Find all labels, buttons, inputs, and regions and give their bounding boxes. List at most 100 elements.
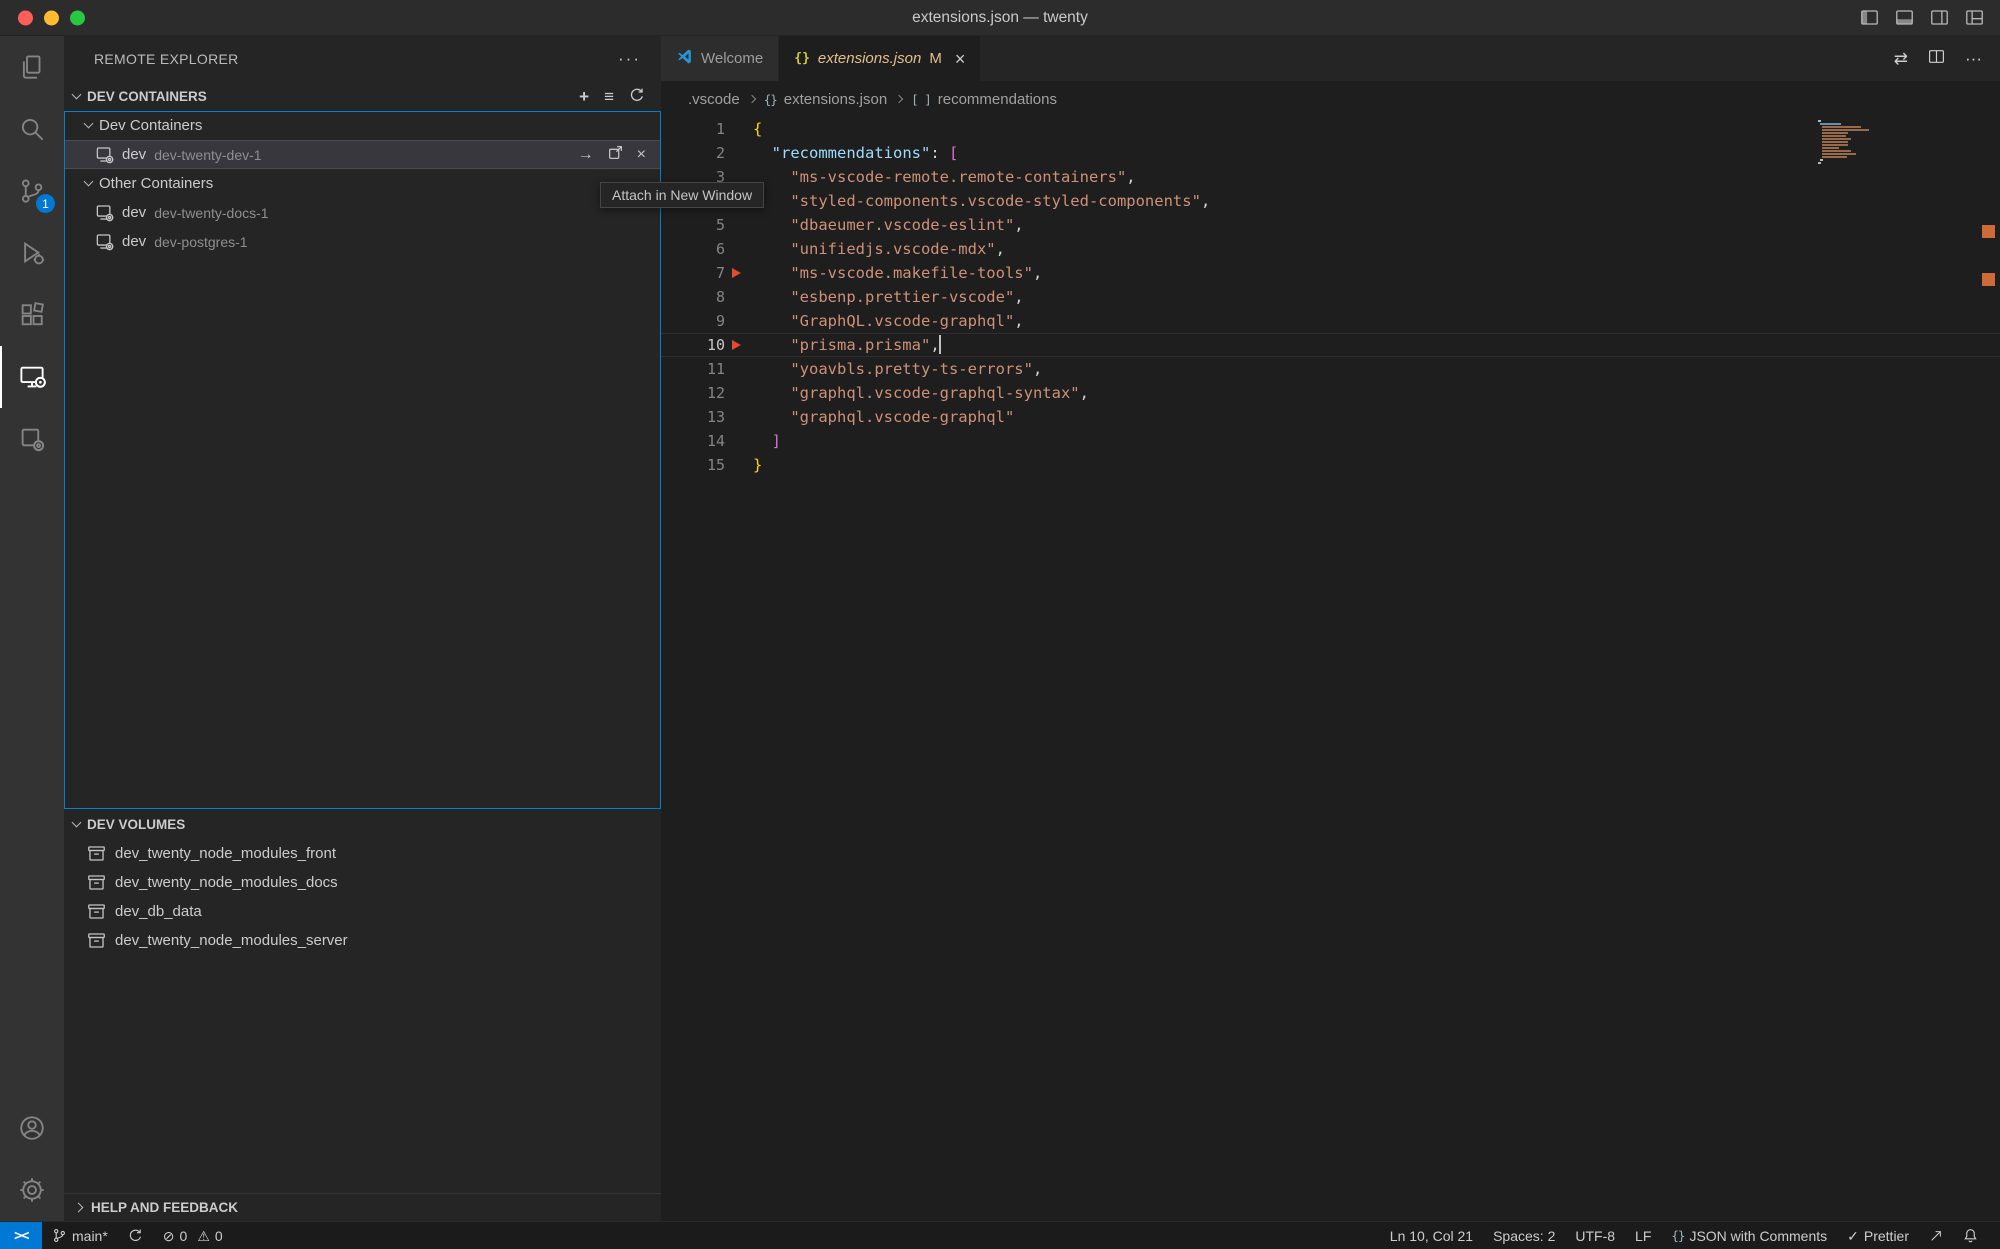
formatter-status[interactable]: ✓ Prettier xyxy=(1837,1222,1919,1249)
attach-container-button[interactable]: → xyxy=(578,147,594,163)
json-symbol-icon: {} xyxy=(764,92,777,107)
line-number: 6 xyxy=(661,237,725,261)
tree-group-dev-containers[interactable]: Dev Containers xyxy=(64,111,661,140)
code-line-1[interactable]: 1{ xyxy=(661,117,2000,141)
code-editor[interactable]: 1{2 "recommendations": [3 "ms-vscode-rem… xyxy=(661,117,2000,1221)
remote-explorer-icon[interactable] xyxy=(0,346,64,408)
search-icon[interactable] xyxy=(0,98,64,160)
split-editor-icon[interactable] xyxy=(1928,48,1945,70)
problems-indicator[interactable]: ⊘ 0 ⚠ 0 xyxy=(153,1222,233,1249)
line-number: 10 xyxy=(661,333,725,357)
sidebar-title: REMOTE EXPLORER xyxy=(94,51,239,67)
accounts-icon[interactable] xyxy=(0,1097,64,1159)
editor-more-actions-icon[interactable]: ··· xyxy=(1965,50,1982,67)
breadcrumb-symbol[interactable]: [ ]recommendations xyxy=(911,91,1057,108)
eol-status[interactable]: LF xyxy=(1625,1222,1661,1249)
check-icon: ✓ xyxy=(1847,1229,1859,1243)
encoding-status[interactable]: UTF-8 xyxy=(1565,1222,1625,1249)
breadcrumb: .vscode {}extensions.json [ ]recommendat… xyxy=(661,81,2000,117)
dev-containers-tree[interactable]: Dev Containersdevdev-twenty-dev-1→×Other… xyxy=(64,111,661,809)
code-line-14[interactable]: 14 ] xyxy=(661,429,2000,453)
language-mode-status[interactable]: {} JSON with Comments xyxy=(1661,1222,1837,1249)
toggle-secondary-sidebar-icon[interactable] xyxy=(1930,8,1949,27)
new-container-button[interactable]: + xyxy=(579,88,589,105)
chevron-right-icon xyxy=(74,1203,84,1213)
minimap[interactable] xyxy=(1818,120,1890,165)
volume-item-dev_twenty_node_modules_front[interactable]: dev_twenty_node_modules_front xyxy=(64,839,661,868)
attach-new-window-button[interactable] xyxy=(607,144,624,166)
dev-volumes-list: dev_twenty_node_modules_frontdev_twenty_… xyxy=(64,839,661,955)
status-bar: >< main* ⊘ 0 ⚠ 0 Ln 10, Col 21 Spaces: 2… xyxy=(0,1221,2000,1249)
vscode-window: extensions.json — twenty 1 xyxy=(0,0,2000,1249)
attach-tooltip: Attach in New Window xyxy=(600,182,764,208)
container-item-dev-twenty-dev-1[interactable]: devdev-twenty-dev-1→× xyxy=(64,140,661,169)
sync-changes-button[interactable] xyxy=(118,1222,153,1249)
code-line-4[interactable]: 4 "styled-components.vscode-styled-compo… xyxy=(661,189,2000,213)
code-line-15[interactable]: 15} xyxy=(661,453,2000,477)
line-number: 1 xyxy=(661,117,725,141)
breadcrumb-file[interactable]: {}extensions.json xyxy=(764,91,887,108)
git-branch-status[interactable]: main* xyxy=(42,1222,118,1249)
show-details-icon[interactable]: ≡ xyxy=(604,88,614,105)
remote-indicator[interactable]: >< xyxy=(0,1222,42,1249)
section-dev-volumes[interactable]: DEV VOLUMES xyxy=(64,809,661,839)
code-line-6[interactable]: 6 "unifiedjs.vscode-mdx", xyxy=(661,237,2000,261)
volume-item-dev_twenty_node_modules_server[interactable]: dev_twenty_node_modules_server xyxy=(64,926,661,955)
sidebar-remote-explorer: REMOTE EXPLORER ··· DEV CONTAINERS + ≡ D… xyxy=(64,36,661,1221)
toggle-primary-sidebar-icon[interactable] xyxy=(1860,8,1879,27)
line-number: 5 xyxy=(661,213,725,237)
code-line-7[interactable]: 7 "ms-vscode.makefile-tools", xyxy=(661,261,2000,285)
code-line-10[interactable]: 10 "prisma.prisma", xyxy=(661,333,2000,357)
code-line-9[interactable]: 9 "GraphQL.vscode-graphql", xyxy=(661,309,2000,333)
gutter-marker-icon xyxy=(732,268,741,278)
breadcrumb-folder[interactable]: .vscode xyxy=(688,91,740,108)
volume-icon xyxy=(87,873,106,892)
source-control-icon[interactable]: 1 xyxy=(0,160,64,222)
line-number: 2 xyxy=(661,141,725,165)
notifications-bell-icon[interactable] xyxy=(1953,1222,1988,1249)
volume-item-dev_twenty_node_modules_docs[interactable]: dev_twenty_node_modules_docs xyxy=(64,868,661,897)
section-dev-containers[interactable]: DEV CONTAINERS + ≡ xyxy=(64,81,661,111)
status-secondary-icon[interactable] xyxy=(1919,1222,1953,1249)
tab-extensions-json[interactable]: {} extensions.json M × xyxy=(779,36,981,81)
code-line-12[interactable]: 12 "graphql.vscode-graphql-syntax", xyxy=(661,381,2000,405)
code-line-2[interactable]: 2 "recommendations": [ xyxy=(661,141,2000,165)
code-line-5[interactable]: 5 "dbaeumer.vscode-eslint", xyxy=(661,213,2000,237)
stop-container-button[interactable]: × xyxy=(637,147,646,163)
code-line-8[interactable]: 8 "esbenp.prettier-vscode", xyxy=(661,285,2000,309)
container-config-icon[interactable] xyxy=(0,408,64,470)
extensions-icon[interactable] xyxy=(0,284,64,346)
settings-gear-icon[interactable] xyxy=(0,1159,64,1221)
volume-item-dev_db_data[interactable]: dev_db_data xyxy=(64,897,661,926)
close-tab-icon[interactable]: × xyxy=(955,50,966,68)
close-window-button[interactable] xyxy=(18,10,33,25)
container-item-dev-twenty-docs-1[interactable]: devdev-twenty-docs-1 xyxy=(64,198,661,227)
sidebar-more-actions-icon[interactable]: ··· xyxy=(618,50,641,67)
zoom-window-button[interactable] xyxy=(70,10,85,25)
explorer-icon[interactable] xyxy=(0,36,64,98)
toggle-panel-icon[interactable] xyxy=(1895,8,1914,27)
minimize-window-button[interactable] xyxy=(44,10,59,25)
code-line-11[interactable]: 11 "yoavbls.pretty-ts-errors", xyxy=(661,357,2000,381)
container-item-dev-postgres-1[interactable]: devdev-postgres-1 xyxy=(64,227,661,256)
tab-welcome[interactable]: Welcome xyxy=(661,36,779,81)
line-number: 9 xyxy=(661,309,725,333)
chevron-down-icon xyxy=(84,119,94,129)
tree-group-other-containers[interactable]: Other Containers xyxy=(64,169,661,198)
code-lines: 1{2 "recommendations": [3 "ms-vscode-rem… xyxy=(661,117,2000,477)
customize-layout-icon[interactable] xyxy=(1965,8,1984,27)
open-changes-icon[interactable]: ⇄ xyxy=(1894,50,1908,67)
window-controls xyxy=(18,10,85,25)
code-line-13[interactable]: 13 "graphql.vscode-graphql" xyxy=(661,405,2000,429)
code-line-3[interactable]: 3 "ms-vscode-remote.remote-containers", xyxy=(661,165,2000,189)
line-number: 11 xyxy=(661,357,725,381)
warnings-icon: ⚠ xyxy=(197,1229,210,1243)
cursor-position-status[interactable]: Ln 10, Col 21 xyxy=(1380,1222,1483,1249)
section-help-and-feedback[interactable]: HELP AND FEEDBACK xyxy=(64,1193,661,1221)
vscode-logo-icon xyxy=(676,48,693,69)
run-debug-icon[interactable] xyxy=(0,222,64,284)
refresh-icon[interactable] xyxy=(629,87,645,106)
indentation-status[interactable]: Spaces: 2 xyxy=(1483,1222,1565,1249)
sync-icon xyxy=(128,1228,143,1243)
line-number: 12 xyxy=(661,381,725,405)
